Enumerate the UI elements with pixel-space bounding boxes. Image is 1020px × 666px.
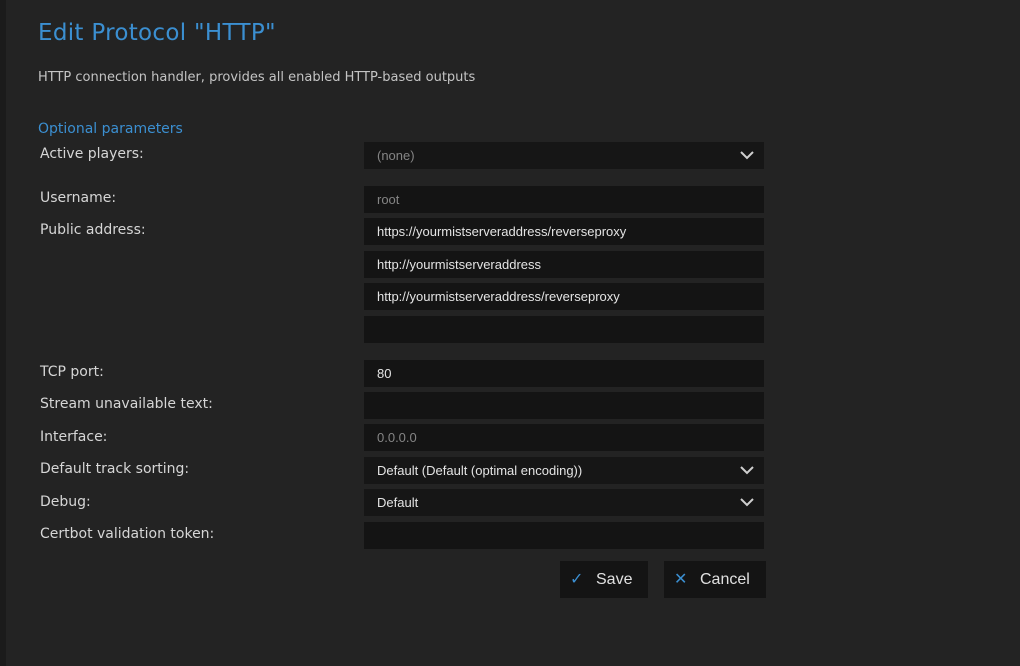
public-address-input-1[interactable]: https://yourmistserveraddress/reversepro… (364, 218, 764, 245)
cancel-button-label: Cancel (700, 571, 750, 588)
tcp-port-input[interactable]: 80 (364, 360, 764, 387)
public-address-input-3[interactable]: http://yourmistserveraddress/reverseprox… (364, 283, 764, 310)
debug-value: Default (377, 495, 419, 510)
public-address-input-4[interactable] (364, 316, 764, 343)
certbot-validation-token-label: Certbot validation token: (40, 526, 215, 542)
debug-label: Debug: (40, 494, 91, 510)
chevron-down-icon (740, 498, 754, 507)
active-players-select[interactable]: (none) (364, 142, 764, 169)
check-icon: ✓ (570, 571, 584, 588)
stream-unavailable-text-input[interactable] (364, 392, 764, 419)
active-players-value: (none) (377, 148, 415, 163)
close-icon: ✕ (674, 571, 688, 588)
interface-input[interactable]: 0.0.0.0 (364, 424, 764, 451)
username-label: Username: (40, 190, 117, 206)
username-input[interactable]: root (364, 186, 764, 213)
protocol-description: HTTP connection handler, provides all en… (38, 70, 476, 85)
chevron-down-icon (740, 151, 754, 160)
default-track-sorting-select[interactable]: Default (Default (optimal encoding)) (364, 457, 764, 484)
chevron-down-icon (740, 466, 754, 475)
edit-protocol-page: Edit Protocol "HTTP" HTTP connection han… (0, 0, 1020, 666)
save-button[interactable]: ✓ Save (560, 561, 648, 598)
debug-select[interactable]: Default (364, 489, 764, 516)
tcp-port-label: TCP port: (40, 364, 104, 380)
public-address-input-2[interactable]: http://yourmistserveraddress (364, 251, 764, 278)
default-track-sorting-value: Default (Default (optimal encoding)) (377, 463, 583, 478)
default-track-sorting-label: Default track sorting: (40, 461, 190, 477)
interface-label: Interface: (40, 429, 108, 445)
public-address-label: Public address: (40, 222, 146, 238)
page-title: Edit Protocol "HTTP" (38, 20, 276, 46)
cancel-button[interactable]: ✕ Cancel (664, 561, 766, 598)
optional-parameters-heading: Optional parameters (38, 121, 183, 137)
stream-unavailable-text-label: Stream unavailable text: (40, 396, 213, 412)
active-players-label: Active players: (40, 146, 144, 162)
certbot-validation-token-input[interactable] (364, 522, 764, 549)
save-button-label: Save (596, 571, 633, 588)
